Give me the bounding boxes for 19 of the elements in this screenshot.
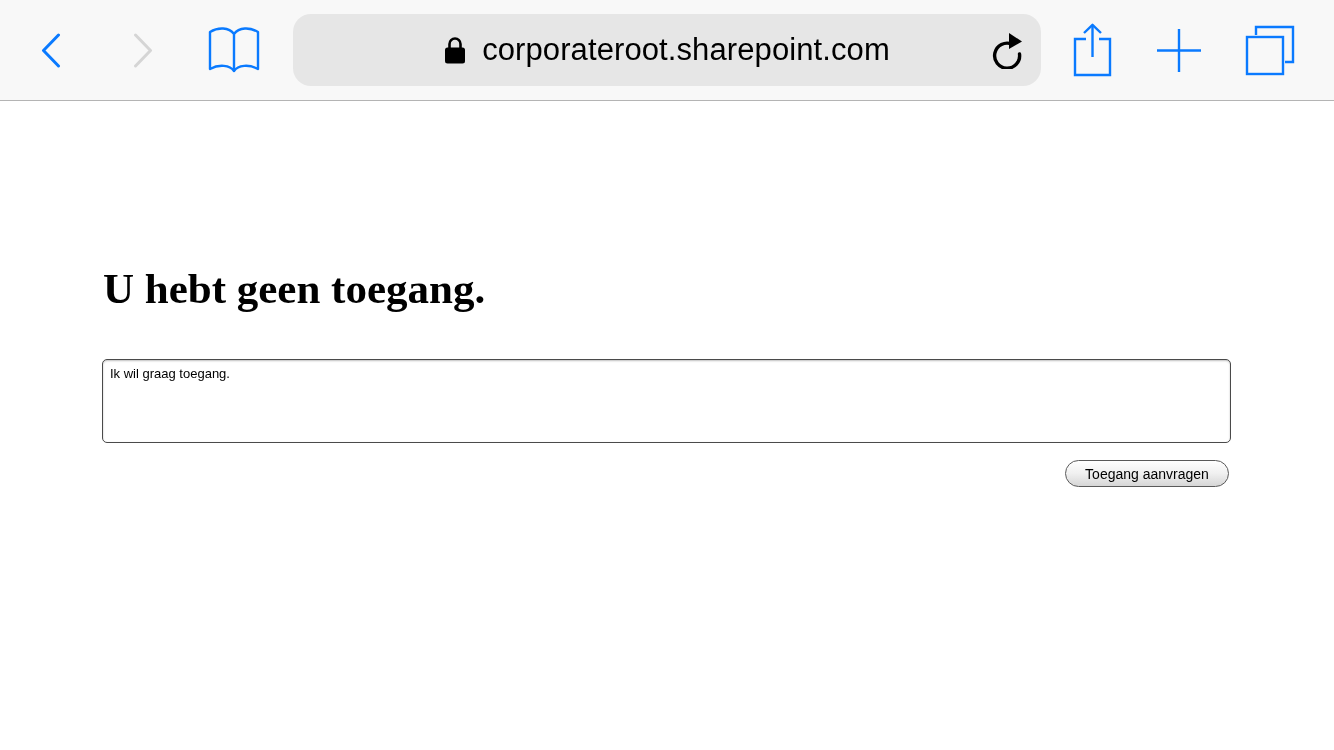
url-text: corporateroot.sharepoint.com bbox=[482, 32, 890, 68]
page-heading: U hebt geen toegang. bbox=[103, 264, 486, 313]
back-button[interactable] bbox=[41, 32, 61, 68]
lock-icon bbox=[444, 36, 467, 64]
reload-icon bbox=[991, 31, 1023, 69]
chevron-right-icon bbox=[133, 32, 153, 68]
tabs-button[interactable] bbox=[1245, 24, 1295, 76]
share-icon bbox=[1073, 23, 1112, 77]
bookmarks-button[interactable] bbox=[208, 26, 260, 74]
new-tab-button[interactable] bbox=[1157, 28, 1201, 72]
request-access-button[interactable]: Toegang aanvragen bbox=[1065, 460, 1229, 487]
address-bar[interactable]: corporateroot.sharepoint.com bbox=[293, 14, 1041, 86]
tabs-icon bbox=[1245, 24, 1295, 76]
plus-icon bbox=[1157, 28, 1201, 72]
share-button[interactable] bbox=[1073, 23, 1112, 77]
chevron-left-icon bbox=[41, 32, 61, 68]
book-icon bbox=[208, 26, 260, 74]
reload-button[interactable] bbox=[991, 31, 1023, 69]
message-field[interactable]: Ik wil graag toegang. bbox=[102, 359, 1231, 443]
